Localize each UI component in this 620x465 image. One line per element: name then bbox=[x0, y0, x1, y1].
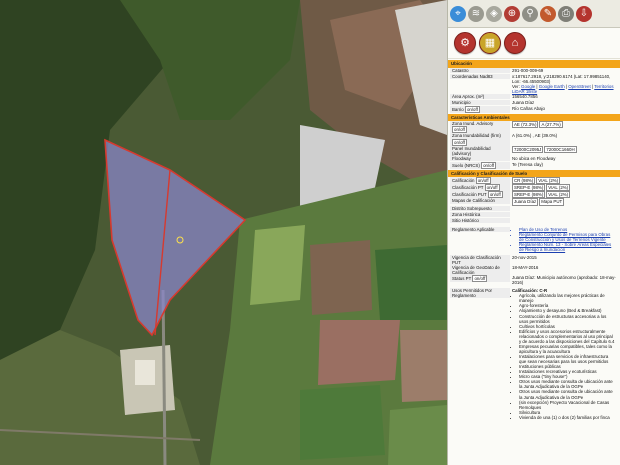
legend-icon[interactable]: ▦ bbox=[479, 32, 501, 54]
sitio-hist-label: Sitio Histórico bbox=[450, 217, 510, 223]
section-caracteristicas: Características Ambientales bbox=[448, 113, 620, 122]
export-icon[interactable]: ⇩ bbox=[576, 5, 592, 22]
calif-pt-label: Clasificación PT bbox=[452, 185, 484, 191]
panel-label: Panel Inundabilidad (advisory) bbox=[450, 145, 510, 156]
link-territorios[interactable]: Territorios bbox=[594, 84, 613, 89]
uso-item: Empresas pecuarias compatibles, tales co… bbox=[519, 344, 616, 354]
vigencia-label: Vigencia de Clasificación PUT bbox=[450, 254, 510, 265]
uso-item: Otros usos mediante consulta de ubicació… bbox=[519, 389, 616, 399]
section-calificacion: Calificación y Clasificación de Suelo bbox=[448, 169, 620, 178]
uso-item: Alojamiento y desayuno (Bed & Breakfast) bbox=[519, 308, 616, 313]
uso-item: (sin excepción) Proyecto Vacacional de C… bbox=[519, 400, 616, 410]
suelo-toggle[interactable]: on/off bbox=[481, 161, 496, 169]
barrio-label: Barrio bbox=[452, 106, 464, 112]
catastro-label: Catastro bbox=[450, 67, 510, 73]
layers-icon[interactable]: ≋ bbox=[468, 5, 484, 22]
home-icon[interactable]: ⌂ bbox=[504, 32, 526, 54]
zona-hist-label: Zona Histórica bbox=[450, 211, 510, 217]
map-view[interactable] bbox=[0, 0, 447, 465]
uso-item: Vivienda de una (1) o dos (2) familias p… bbox=[519, 415, 616, 420]
link-openstreet[interactable]: OpenStreet bbox=[568, 84, 590, 89]
mapa-juana-diaz[interactable]: Juana Díaz bbox=[512, 198, 539, 206]
coordenadas-label: Coordenadas Nad83 bbox=[450, 73, 510, 79]
floodway-value: No ubica en Floodway bbox=[512, 155, 556, 161]
map-pin-icon[interactable]: ⌖ bbox=[450, 5, 466, 22]
municipio-label: Municipio bbox=[450, 99, 510, 105]
status-value: Juana Díaz: Municipio autónomo (aprobado… bbox=[512, 275, 616, 286]
calif-put-srep[interactable]: SREP-E (98%) bbox=[512, 191, 546, 199]
measure-icon[interactable]: ✎ bbox=[540, 5, 556, 22]
reglamento-link-2[interactable]: Reglamento Conjunto de Permisos para Obr… bbox=[519, 232, 616, 242]
zona-firm-value: A (61.0%) , AE (39.0%) bbox=[512, 133, 558, 139]
area-label: Área Aprox. (m²) bbox=[450, 93, 510, 99]
calif-pt-toggle[interactable]: on/off bbox=[484, 184, 500, 192]
uso-item: Edificios y usos accesorios estructuralm… bbox=[519, 329, 616, 344]
section-ubicacion: Ubicación bbox=[448, 60, 620, 68]
calif-cr[interactable]: CR (98%) bbox=[512, 177, 536, 185]
print-icon[interactable]: ⎙ bbox=[558, 5, 574, 22]
area-value: 156540.7856 bbox=[512, 93, 538, 99]
link-google-earth[interactable]: Google Earth bbox=[539, 84, 565, 89]
zona-inund-toggle[interactable]: on/off bbox=[452, 126, 467, 134]
calif-put-vial[interactable]: VIAL (2%) bbox=[546, 191, 571, 199]
uso-item: Otros usos mediante consulta de ubicació… bbox=[519, 379, 616, 389]
reglamento-list: Plan de Uso de TerrenosReglamento Conjun… bbox=[512, 227, 616, 252]
mapa-put[interactable]: Mapa PUT bbox=[539, 198, 565, 206]
uso-item: Agrícola, utilizando las mejores práctic… bbox=[519, 293, 616, 303]
suelo-value: Te (Teresa clay) bbox=[512, 161, 543, 167]
calif-pt-srep[interactable]: SREP-E (98%) bbox=[512, 184, 546, 192]
zona-inund-ae[interactable]: AE (72.3%) bbox=[512, 121, 539, 129]
barrio-toggle[interactable]: on/off bbox=[464, 105, 480, 113]
zona-firm-toggle[interactable]: on/off bbox=[452, 138, 467, 146]
secondary-toolbar: ⚙ ▦ ⌂ bbox=[448, 28, 620, 59]
calif-put-label: Clasificación PUT bbox=[452, 192, 487, 198]
coordenadas-value: x:187617.2918, y:218290.6174 (Lat: 17.99… bbox=[512, 73, 611, 84]
usos-label: Usos Permitidos Por Reglamento bbox=[450, 288, 510, 299]
tools-icon[interactable]: ⚙ bbox=[454, 32, 476, 54]
vigencia-value: 20-nov-2015 bbox=[512, 254, 537, 260]
zoom-icon[interactable]: ⊕ bbox=[504, 5, 520, 22]
reglamento-link-3[interactable]: Reglamento Núm. 13 - Sobre Áreas Especia… bbox=[519, 242, 616, 252]
mapas-label: Mapas de Calificación bbox=[450, 198, 510, 204]
map-canvas[interactable] bbox=[0, 0, 447, 465]
status-toggle[interactable]: on/off bbox=[472, 275, 488, 283]
reglamento-label: Reglamento Aplicable bbox=[450, 226, 510, 232]
panel-value-1[interactable]: 72000C2095J bbox=[512, 145, 544, 153]
zona-inund-a[interactable]: A (27.7%) bbox=[539, 121, 563, 129]
suelo-label: Suelo (NRCS) bbox=[452, 162, 480, 168]
usos-list: Agrícola, utilizando las mejores práctic… bbox=[512, 293, 616, 420]
status-label: Status PT bbox=[452, 276, 472, 282]
floodway-label: Floodway bbox=[450, 155, 510, 161]
vigencia-geo-label: Vigencia de GeoDato de Calificación bbox=[450, 264, 510, 276]
toolbar: ⌖ ≋ ◈ ⊕ ⚲ ✎ ⎙ ⇩ bbox=[448, 0, 620, 28]
search-icon[interactable]: ⚲ bbox=[522, 5, 538, 22]
barrio-value: Río Cañas Abajo bbox=[512, 105, 545, 111]
panel-value-2[interactable]: 72000C1660H bbox=[544, 145, 577, 153]
calif-pt-vial[interactable]: VIAL (2%) bbox=[546, 184, 571, 192]
catastro-value: 291-000-009-69 bbox=[512, 67, 544, 73]
calif-label: Calificación bbox=[452, 178, 475, 184]
distrito-label: Distrito Sobrepuesto bbox=[450, 205, 510, 211]
calif-put-toggle[interactable]: on/off bbox=[487, 191, 503, 199]
uso-item: Instalaciones para servicios de infraest… bbox=[519, 354, 616, 364]
basemap-icon[interactable]: ◈ bbox=[486, 5, 502, 22]
info-panel: ⌖ ≋ ◈ ⊕ ⚲ ✎ ⎙ ⇩ ⚙ ▦ ⌂ Ubicación Catastro… bbox=[447, 0, 620, 465]
calif-toggle[interactable]: on/off bbox=[475, 177, 491, 185]
uso-item: Construcción de estructuras accesorias a… bbox=[519, 314, 616, 324]
municipio-value: Juana Díaz bbox=[512, 99, 535, 105]
calif-vial[interactable]: VIAL (2%) bbox=[536, 177, 561, 185]
vigencia-geo-value: 18-MAY-2016 bbox=[512, 264, 539, 270]
